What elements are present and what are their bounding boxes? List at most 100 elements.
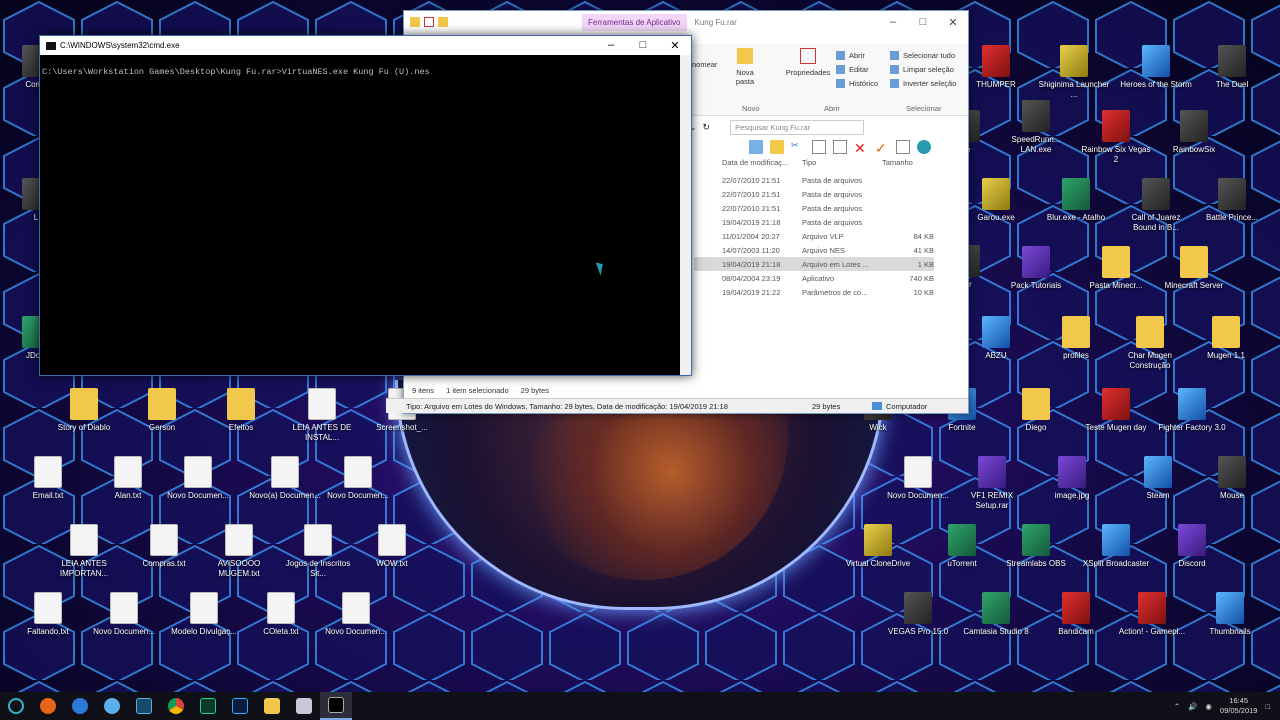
desktop-icon[interactable]: RainbowSix — [1158, 110, 1230, 155]
desktop-icon[interactable]: Novo Documen... — [320, 592, 392, 637]
desktop-icon[interactable]: LEIA ANTES IMPORTAN... — [48, 524, 120, 579]
desktop-icon[interactable]: Fighter Factory 3.0 — [1156, 388, 1228, 433]
desktop-icon[interactable]: Thumbnails — [1194, 592, 1266, 637]
search-input[interactable]: Pesquisar Kung Fu.rar — [730, 119, 865, 135]
open-button[interactable]: Abrir — [836, 48, 878, 62]
clock[interactable]: 16:45 09/05/2019 — [1220, 696, 1258, 716]
chrome-icon[interactable] — [160, 692, 192, 720]
folder-icon[interactable] — [770, 140, 784, 154]
desktop-icon[interactable]: uTorrent — [926, 524, 998, 569]
file-row[interactable]: 22/07/2010 21:51 Pasta de arquivos — [694, 187, 934, 201]
desktop-icon[interactable]: Garou.exe — [960, 178, 1032, 223]
desktop-icon[interactable]: Novo Documen... — [882, 456, 954, 501]
desktop-icon[interactable]: Diego — [1000, 388, 1072, 433]
desktop-icon[interactable]: Minecraft Server — [1158, 246, 1230, 291]
edit-button[interactable]: Editar — [836, 62, 878, 76]
desktop-icon[interactable]: Action! - Gamepl... — [1116, 592, 1188, 637]
file-row[interactable]: 19/04/2019 21:18 Pasta de arquivos — [694, 215, 934, 229]
desktop-icon[interactable]: Novo(a) Documen... — [249, 456, 321, 501]
maximize-button[interactable]: □ — [908, 16, 938, 29]
desktop-icon[interactable]: Steam — [1122, 456, 1194, 501]
column-date[interactable]: Data de modificaç... — [722, 158, 802, 167]
desktop-icon[interactable]: Alan.txt — [92, 456, 164, 501]
desktop-icon[interactable]: THUMPER — [960, 45, 1032, 90]
properties-icon[interactable] — [424, 17, 434, 27]
desktop-icon[interactable]: Teste Mugen day — [1080, 388, 1152, 433]
folder-icon[interactable] — [410, 17, 420, 27]
desktop-icon[interactable]: profiles — [1040, 316, 1112, 361]
desktop-icon[interactable]: Mouse — [1196, 456, 1268, 501]
minimize-button[interactable]: – — [878, 16, 908, 29]
firefox-icon[interactable] — [32, 692, 64, 720]
properties-button[interactable]: Propriedades — [784, 48, 832, 77]
desktop-icon[interactable]: image.jpg — [1036, 456, 1108, 501]
desktop-icon[interactable]: Blur.exe - Atalho — [1040, 178, 1112, 223]
file-row[interactable]: 22/07/2010 21:51 Pasta de arquivos — [694, 201, 934, 215]
desktop-icon[interactable]: Camtasia Studio 8 — [960, 592, 1032, 637]
desktop-icon[interactable]: Discord — [1156, 524, 1228, 569]
desktop-icon[interactable]: Heroes of the Storm — [1120, 45, 1192, 90]
desktop-icon[interactable]: Novo Documen... — [322, 456, 394, 501]
globe-icon[interactable] — [917, 140, 931, 154]
address-bar[interactable]: ⌄ ↻ Pesquisar Kung Fu.rar — [689, 119, 968, 135]
desktop-icon[interactable]: Pasta Minecr... — [1080, 246, 1152, 291]
cmd-titlebar[interactable]: C:\WINDOWS\system32\cmd.exe – □ ✕ — [40, 36, 691, 55]
outlook-icon[interactable] — [288, 692, 320, 720]
rename-button[interactable]: nomear — [692, 60, 717, 69]
delete-icon[interactable]: ✕ — [854, 140, 868, 156]
paste-icon[interactable] — [833, 140, 847, 154]
desktop-icon[interactable]: Novo Documen... — [88, 592, 160, 637]
select-all-button[interactable]: Selecionar tudo — [890, 48, 956, 62]
file-row[interactable]: 11/01/2004 20:27 Arquivo VLP 84 KB — [694, 229, 934, 243]
notification-icon[interactable]: □ — [1265, 702, 1270, 711]
desktop-icon[interactable]: Virtual CloneDrive — [842, 524, 914, 569]
check-icon[interactable]: ✓ — [875, 140, 889, 156]
desktop-icon[interactable]: Jogos de Inscritos Sit... — [282, 524, 354, 579]
invert-selection-button[interactable]: Inverter seleção — [890, 76, 956, 90]
edge-icon[interactable] — [64, 692, 96, 720]
copy-icon[interactable] — [812, 140, 826, 154]
column-type[interactable]: Tipo — [802, 158, 882, 167]
minimize-button[interactable]: – — [595, 39, 627, 52]
new-folder-icon[interactable] — [438, 17, 448, 27]
explorer-titlebar[interactable]: Ferramentas de Aplicativo Kung Fu.rar – □… — [404, 11, 968, 33]
desktop-icon[interactable]: Mugen 1.1 — [1190, 316, 1262, 361]
desktop-icon[interactable]: Story of Diablo — [48, 388, 120, 433]
globe-icon[interactable] — [96, 692, 128, 720]
preview-pane-icon[interactable] — [749, 140, 763, 154]
desktop-icon[interactable]: LEIA ANTES DE INSTAL... — [286, 388, 358, 443]
select-none-button[interactable]: Limpar seleção — [890, 62, 956, 76]
context-tab-app-tools[interactable]: Ferramentas de Aplicativo — [582, 13, 687, 31]
cmd-window[interactable]: C:\WINDOWS\system32\cmd.exe – □ ✕ C:\Users… — [39, 35, 692, 376]
desktop-icon[interactable]: Compras.txt — [128, 524, 200, 569]
cmd-taskbar-icon[interactable] — [320, 692, 352, 720]
desktop-icon[interactable]: Rainbow Six Vegas 2 — [1080, 110, 1152, 165]
file-row[interactable]: 19/04/2019 21:22 Parâmetros de co... 10 KB — [694, 285, 934, 299]
desktop-icon[interactable]: Email.txt — [12, 456, 84, 501]
desktop-icon[interactable]: Pack Tutoriais — [1000, 246, 1072, 291]
audition-icon[interactable] — [192, 692, 224, 720]
desktop-icon[interactable]: Call of Juarez Bound in B... — [1120, 178, 1192, 233]
photoshop-icon[interactable] — [224, 692, 256, 720]
desktop-icon[interactable]: VEGAS Pro 15.0 — [882, 592, 954, 637]
cut-icon[interactable]: ✂ — [791, 140, 805, 154]
desktop-icon[interactable]: VF1 REMIX Setup.rar — [956, 456, 1028, 511]
new-folder-button[interactable]: Nova pasta — [732, 48, 758, 86]
cortana-icon[interactable] — [0, 692, 32, 720]
rename-icon[interactable] — [896, 140, 910, 154]
desktop-icon[interactable]: AVISOOOO MUGEM.txt — [203, 524, 275, 579]
desktop-icon[interactable]: Modelo Divulgaç... — [168, 592, 240, 637]
desktop-icon[interactable]: WOW.txt — [356, 524, 428, 569]
chevron-up-icon[interactable]: ⌃ — [1174, 702, 1180, 711]
history-button[interactable]: Histórico — [836, 76, 878, 90]
desktop-icon[interactable]: Shiginima Launcher ... — [1038, 45, 1110, 100]
quick-access-toolbar[interactable] — [404, 17, 474, 27]
desktop-icon[interactable]: Novo Documen... — [162, 456, 234, 501]
desktop-icon[interactable]: Faltando.txt — [12, 592, 84, 637]
network-icon[interactable]: ◉ — [1205, 702, 1212, 711]
desktop-icon[interactable]: Efeitos — [205, 388, 277, 433]
vegas-icon[interactable] — [128, 692, 160, 720]
desktop-icon[interactable]: Streamlabs OBS — [1000, 524, 1072, 569]
desktop-icon[interactable]: Bandicam — [1040, 592, 1112, 637]
desktop-icon[interactable]: Char Mugen Construção — [1114, 316, 1186, 371]
